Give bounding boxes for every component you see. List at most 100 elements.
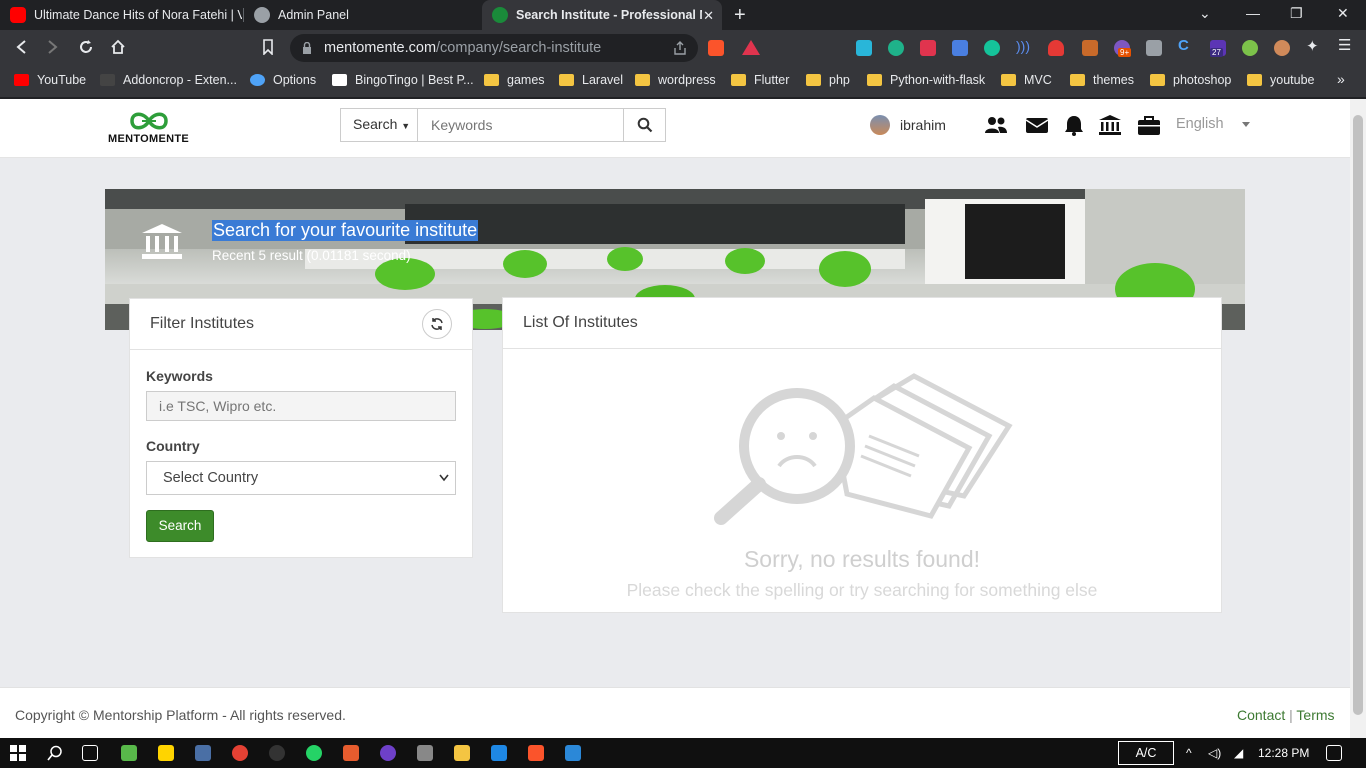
extensions-puzzle-icon[interactable]: ✦ bbox=[1306, 37, 1322, 55]
translate-icon[interactable] bbox=[952, 40, 968, 56]
adblock-hand-icon[interactable] bbox=[1048, 40, 1064, 56]
extension-color-icon[interactable] bbox=[1082, 40, 1098, 56]
menu-icon[interactable]: ☰ bbox=[1338, 36, 1354, 54]
restore-icon[interactable]: ❐ bbox=[1290, 5, 1303, 22]
windows-start-icon[interactable] bbox=[10, 745, 26, 761]
extension-c-icon[interactable]: C bbox=[1178, 37, 1194, 54]
search-icon[interactable] bbox=[47, 745, 63, 761]
volume-icon[interactable]: ◁) bbox=[1208, 746, 1221, 760]
tab-youtube[interactable]: Ultimate Dance Hits of Nora Fatehi | V bbox=[0, 0, 242, 30]
country-select[interactable]: Select Country bbox=[146, 461, 456, 495]
bookmark-label: games bbox=[507, 73, 545, 87]
minimize-icon[interactable]: — bbox=[1246, 5, 1260, 21]
envelope-icon[interactable] bbox=[1025, 114, 1049, 136]
home-icon[interactable] bbox=[110, 39, 126, 60]
bookmark-label: MVC bbox=[1024, 73, 1052, 87]
bulb-icon[interactable] bbox=[1242, 40, 1258, 56]
browser-tab-bar: Ultimate Dance Hits of Nora Fatehi | V A… bbox=[0, 0, 1366, 30]
header-search-input[interactable] bbox=[419, 109, 623, 141]
task-view-icon[interactable] bbox=[82, 745, 98, 761]
bookmark-folder-php[interactable]: php bbox=[806, 73, 850, 87]
app-icon[interactable] bbox=[195, 745, 211, 761]
close-window-icon[interactable]: ✕ bbox=[1337, 5, 1349, 22]
photos-icon[interactable] bbox=[565, 745, 581, 761]
back-icon[interactable] bbox=[14, 39, 28, 60]
brave-icon[interactable] bbox=[528, 745, 544, 761]
bookmark-folder-mvc[interactable]: MVC bbox=[1001, 73, 1052, 87]
brave-shield-icon[interactable] bbox=[708, 40, 724, 56]
bookmark-icon[interactable] bbox=[262, 39, 274, 60]
bookmark-options[interactable]: Options bbox=[250, 73, 316, 87]
whatsapp-icon[interactable] bbox=[306, 745, 322, 761]
filter-search-button[interactable]: Search bbox=[146, 510, 214, 542]
xampp-icon[interactable] bbox=[343, 745, 359, 761]
bookmark-addoncrop[interactable]: Addoncrop - Exten... bbox=[100, 73, 237, 87]
chevron-up-icon[interactable]: ^ bbox=[1186, 746, 1192, 760]
wifi-icon[interactable]: ◢ bbox=[1234, 746, 1243, 760]
bookmark-bingotingo[interactable]: BingoTingo | Best P... bbox=[332, 73, 474, 87]
user-menu[interactable]: ibrahim bbox=[870, 115, 946, 135]
bookmark-folder-photoshop[interactable]: photoshop bbox=[1150, 73, 1231, 87]
new-tab-button[interactable]: + bbox=[734, 4, 746, 27]
contact-link[interactable]: Contact bbox=[1237, 707, 1285, 723]
language-selector[interactable]: English bbox=[1176, 116, 1224, 132]
bookmark-folder-laravel[interactable]: Laravel bbox=[559, 73, 623, 87]
brave-rewards-icon[interactable] bbox=[742, 40, 760, 55]
bookmark-folder-youtube[interactable]: youtube bbox=[1247, 73, 1314, 87]
reload-icon[interactable] bbox=[78, 39, 94, 60]
address-bar[interactable]: mentomente.com/company/search-institute bbox=[290, 34, 698, 62]
keyboard-indicator[interactable]: A/C bbox=[1118, 741, 1174, 765]
bookmark-folder-wordpress[interactable]: wordpress bbox=[635, 73, 716, 87]
cookie-icon[interactable] bbox=[1274, 40, 1290, 56]
banner-title: Search for your favourite institute bbox=[212, 220, 479, 241]
caret-down-icon[interactable] bbox=[1242, 122, 1250, 127]
clock-time[interactable]: 12:28 PM bbox=[1258, 746, 1309, 760]
briefcase-icon[interactable] bbox=[1137, 114, 1161, 136]
extension-1-icon[interactable] bbox=[856, 40, 872, 56]
avatar bbox=[870, 115, 890, 135]
logo-text: MENTOMENTE bbox=[108, 133, 190, 145]
extension-2-icon[interactable] bbox=[888, 40, 904, 56]
file-explorer-icon[interactable] bbox=[454, 745, 470, 761]
bluestacks-icon[interactable] bbox=[121, 745, 137, 761]
scrollbar-thumb[interactable] bbox=[1353, 115, 1363, 715]
vscode-icon[interactable] bbox=[491, 745, 507, 761]
grammarly-icon[interactable] bbox=[984, 40, 1000, 56]
camera-icon[interactable] bbox=[1146, 40, 1162, 56]
github-desktop-icon[interactable] bbox=[380, 745, 396, 761]
refresh-button[interactable] bbox=[422, 309, 452, 339]
bookmark-folder-flutter[interactable]: Flutter bbox=[731, 73, 789, 87]
search-type-dropdown[interactable]: Search ▼ bbox=[341, 109, 418, 141]
keywords-input[interactable] bbox=[146, 391, 456, 421]
app-icon-2[interactable] bbox=[417, 745, 433, 761]
vertical-scrollbar[interactable] bbox=[1350, 99, 1366, 738]
tab-search-institute[interactable]: Search Institute - Professional Ne ✕ bbox=[482, 0, 722, 30]
notifications-icon[interactable] bbox=[1326, 745, 1342, 761]
tab-admin-panel[interactable]: Admin Panel bbox=[244, 0, 482, 30]
bookmark-youtube[interactable]: YouTube bbox=[14, 73, 86, 87]
header-search-button[interactable] bbox=[623, 109, 665, 141]
more-bookmarks-icon[interactable]: » bbox=[1337, 71, 1345, 87]
bookmark-folder-python-with-flask[interactable]: Python-with-flask bbox=[867, 73, 985, 87]
wifi-extension-icon[interactable]: ))) bbox=[1016, 38, 1032, 54]
close-tab-icon[interactable]: ✕ bbox=[703, 8, 714, 24]
bookmark-folder-games[interactable]: games bbox=[484, 73, 545, 87]
users-icon[interactable] bbox=[984, 114, 1008, 136]
forward-icon[interactable] bbox=[46, 39, 60, 60]
terms-link[interactable]: Terms bbox=[1296, 707, 1334, 723]
institution-icon[interactable] bbox=[1098, 114, 1122, 136]
copyright-text: Copyright © Mentorship Platform - All ri… bbox=[15, 707, 346, 723]
site-header: MENTOMENTE Search ▼ ibrahim English bbox=[0, 99, 1350, 158]
bookmark-folder-themes[interactable]: themes bbox=[1070, 73, 1134, 87]
site-logo[interactable]: MENTOMENTE bbox=[108, 109, 190, 149]
extension-9-icon[interactable]: 9+ bbox=[1114, 40, 1132, 57]
extension-27-icon[interactable]: 27 bbox=[1210, 40, 1226, 57]
bookmark-label: Addoncrop - Exten... bbox=[123, 73, 237, 87]
chrome-icon[interactable] bbox=[232, 745, 248, 761]
sticky-notes-icon[interactable] bbox=[158, 745, 174, 761]
share-icon[interactable] bbox=[672, 40, 688, 61]
obs-icon[interactable] bbox=[269, 745, 285, 761]
bell-icon[interactable] bbox=[1062, 114, 1086, 136]
pocket-icon[interactable] bbox=[920, 40, 936, 56]
tab-search-chevron-icon[interactable]: ⌄ bbox=[1199, 5, 1211, 22]
